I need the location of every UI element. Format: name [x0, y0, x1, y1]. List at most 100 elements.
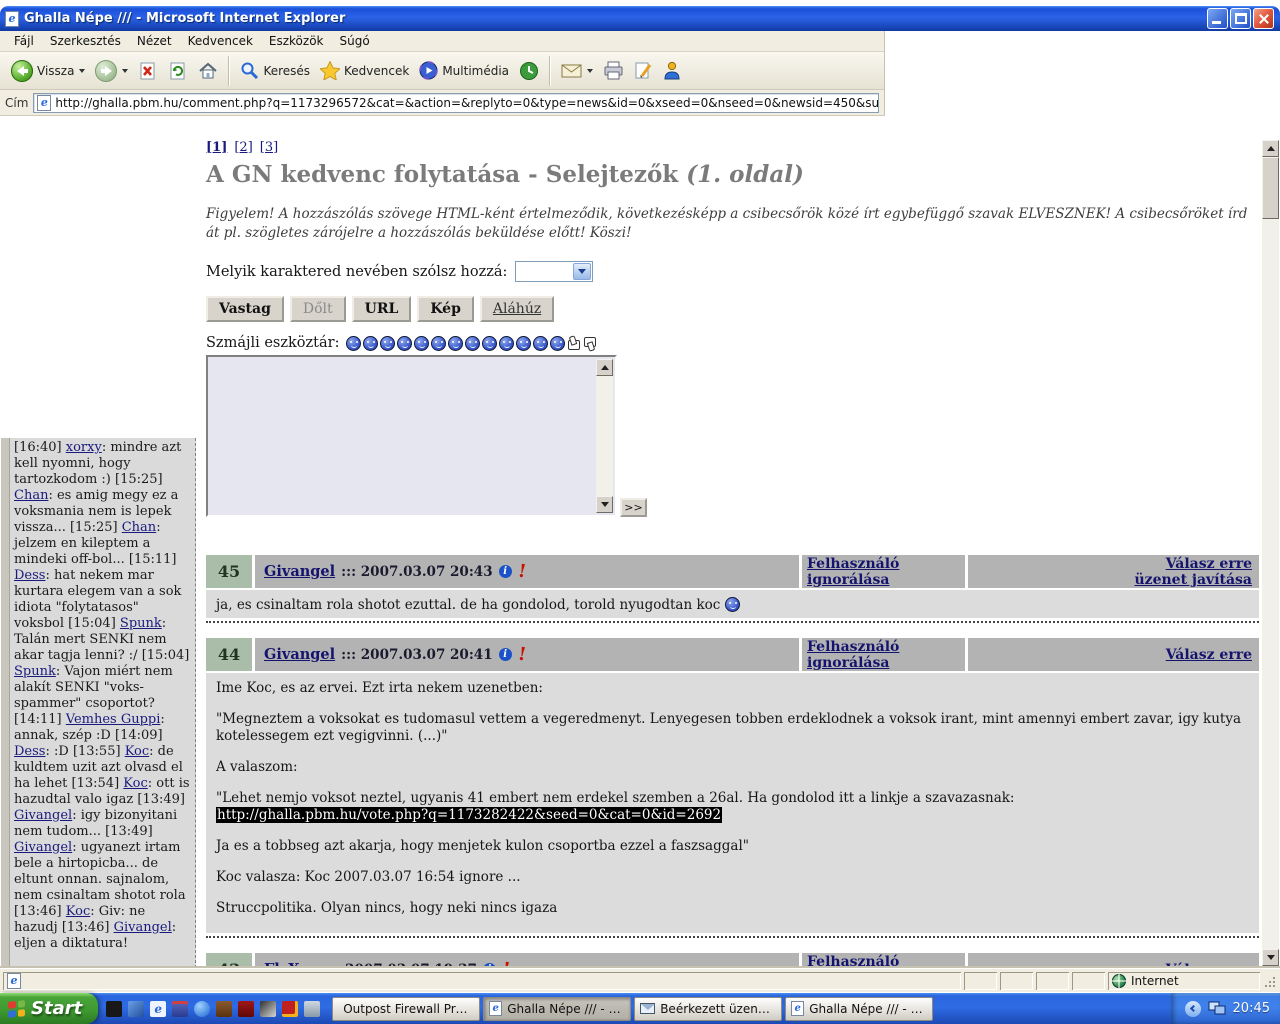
- minimize-button[interactable]: [1207, 8, 1228, 29]
- menu-item-2[interactable]: Szerkesztés: [42, 31, 129, 51]
- post-author-link[interactable]: Givangel: [264, 646, 335, 663]
- chat-user-link[interactable]: xorxy: [66, 440, 102, 455]
- scroll-up-icon[interactable]: [1262, 140, 1279, 157]
- chat-user-link[interactable]: Dess: [14, 568, 45, 583]
- chat-user-link[interactable]: Koc: [123, 776, 147, 791]
- chat-user-link[interactable]: Chan: [122, 520, 156, 535]
- smiley-icon[interactable]: [346, 336, 361, 351]
- format-button-4[interactable]: Kép: [417, 296, 474, 322]
- smiley-icon[interactable]: [482, 336, 497, 351]
- chat-user-link[interactable]: Givangel: [114, 920, 172, 935]
- taskbar-task-2[interactable]: eGhalla Népe /// - Micr...: [483, 997, 631, 1021]
- smiley-icon[interactable]: [516, 336, 531, 351]
- chat-user-link[interactable]: Chan: [14, 488, 48, 503]
- stop-button[interactable]: [133, 59, 163, 83]
- alert-icon[interactable]: !: [517, 648, 527, 661]
- chat-user-link[interactable]: Koc: [66, 904, 90, 919]
- info-icon[interactable]: i: [499, 648, 512, 661]
- taskbar-task-3[interactable]: Beérkezett üzenetek ...: [634, 997, 782, 1021]
- message-textarea[interactable]: [206, 355, 617, 517]
- smiley-icon[interactable]: [499, 336, 514, 351]
- print-button[interactable]: [598, 59, 629, 82]
- smiley-icon[interactable]: [380, 336, 395, 351]
- smiley-icon[interactable]: [465, 336, 480, 351]
- quick-launch-gadu-icon[interactable]: [128, 1001, 144, 1017]
- quick-launch-browser-icon[interactable]: [216, 1001, 232, 1017]
- forward-dropdown-icon[interactable]: [122, 69, 128, 73]
- vote-link-highlighted[interactable]: http://ghalla.pbm.hu/vote.php?q=11732824…: [216, 807, 722, 823]
- quick-launch-photo-icon[interactable]: [260, 1001, 276, 1017]
- chat-user-link[interactable]: Dess: [14, 744, 45, 759]
- alert-icon[interactable]: !: [517, 565, 527, 578]
- smiley-icon[interactable]: [550, 336, 565, 351]
- page-link-3[interactable]: [3]: [260, 140, 278, 155]
- submit-button[interactable]: >>: [620, 498, 647, 517]
- chat-user-link[interactable]: Vemhes Guppi: [66, 712, 161, 727]
- history-button[interactable]: [514, 59, 544, 83]
- quick-launch-show-desktop-icon[interactable]: [304, 1001, 320, 1017]
- back-button[interactable]: Vissza: [6, 58, 90, 84]
- quick-launch-app-dark-icon[interactable]: [106, 1001, 122, 1017]
- media-button[interactable]: Multimédia: [414, 59, 514, 82]
- smiley-icon[interactable]: [533, 336, 548, 351]
- address-input[interactable]: e http://ghalla.pbm.hu/comment.php?q=117…: [33, 93, 879, 113]
- refresh-button[interactable]: [163, 59, 193, 83]
- character-select[interactable]: [515, 261, 593, 282]
- quick-launch-media-player-icon[interactable]: [194, 1001, 210, 1017]
- scroll-up-icon[interactable]: [596, 359, 613, 376]
- page-link-2[interactable]: [2]: [234, 140, 252, 155]
- reply-link[interactable]: Válasz erre: [1166, 647, 1252, 663]
- chat-user-link[interactable]: Spunk: [120, 616, 162, 631]
- ignore-user-link[interactable]: Felhasználó ignorálása: [807, 556, 965, 588]
- maximize-button[interactable]: [1230, 8, 1251, 29]
- ignore-user-link[interactable]: Felhasználó ignorálása: [807, 954, 965, 969]
- smiley-icon[interactable]: [448, 336, 463, 351]
- scroll-down-icon[interactable]: [1262, 949, 1279, 966]
- taskbar-task-4[interactable]: eGhalla Népe /// - Micr...: [785, 997, 933, 1021]
- taskbar-task-1[interactable]: Outpost Firewall Pro ...: [332, 997, 480, 1021]
- taskbar-clock[interactable]: 20:45: [1233, 1001, 1270, 1016]
- format-button-5[interactable]: Aláhúz: [480, 296, 554, 322]
- mail-button[interactable]: [556, 61, 598, 81]
- messenger-button[interactable]: [658, 59, 686, 82]
- reply-link[interactable]: Válasz erre: [1166, 556, 1252, 572]
- thumb-down-icon[interactable]: [583, 336, 597, 351]
- format-button-2[interactable]: Dőlt: [290, 296, 346, 322]
- info-icon[interactable]: i: [499, 565, 512, 578]
- chat-user-link[interactable]: Givangel: [14, 808, 72, 823]
- ignore-user-link[interactable]: Felhasználó ignorálása: [807, 639, 965, 671]
- smiley-icon[interactable]: [397, 336, 412, 351]
- textarea-scrollbar[interactable]: [596, 359, 613, 513]
- format-button-3[interactable]: URL: [352, 296, 412, 322]
- forward-button[interactable]: [90, 58, 133, 84]
- post-author-link[interactable]: FlyXan: [264, 961, 319, 968]
- tray-chevron-icon[interactable]: [1185, 1001, 1201, 1017]
- back-dropdown-icon[interactable]: [79, 69, 85, 73]
- quick-launch-red-app-icon[interactable]: [282, 1001, 298, 1017]
- menu-item-4[interactable]: Kedvencek: [180, 31, 261, 51]
- resize-grip[interactable]: [1263, 973, 1277, 989]
- chat-user-link[interactable]: Spunk: [14, 664, 56, 679]
- title-bar[interactable]: e Ghalla Népe /// - Microsoft Internet E…: [0, 6, 1280, 31]
- edit-button[interactable]: [629, 59, 658, 82]
- network-icon[interactable]: [1208, 1001, 1226, 1016]
- scroll-down-icon[interactable]: [596, 496, 613, 513]
- favorites-button[interactable]: Kedvencek: [315, 59, 414, 82]
- page-link-1[interactable]: [1]: [206, 140, 227, 155]
- chat-user-link[interactable]: Givangel: [14, 840, 72, 855]
- scrollbar-thumb[interactable]: [1262, 157, 1279, 219]
- menu-item-1[interactable]: Fájl: [6, 31, 42, 51]
- format-button-1[interactable]: Vastag: [206, 296, 284, 322]
- smiley-icon[interactable]: [363, 336, 378, 351]
- start-button[interactable]: Start: [0, 993, 98, 1024]
- select-dropdown-button[interactable]: [573, 263, 591, 280]
- thumb-up-icon[interactable]: [567, 336, 581, 351]
- close-button[interactable]: [1253, 8, 1274, 29]
- mail-dropdown-icon[interactable]: [587, 69, 593, 73]
- edit-message-link[interactable]: üzenet javítása: [1134, 572, 1252, 588]
- quick-launch-internet-explorer-icon[interactable]: e: [150, 1001, 166, 1017]
- menu-item-6[interactable]: Súgó: [332, 31, 378, 51]
- smiley-icon[interactable]: [414, 336, 429, 351]
- quick-launch-winamp-icon[interactable]: [238, 1001, 254, 1017]
- post-author-link[interactable]: Givangel: [264, 563, 335, 580]
